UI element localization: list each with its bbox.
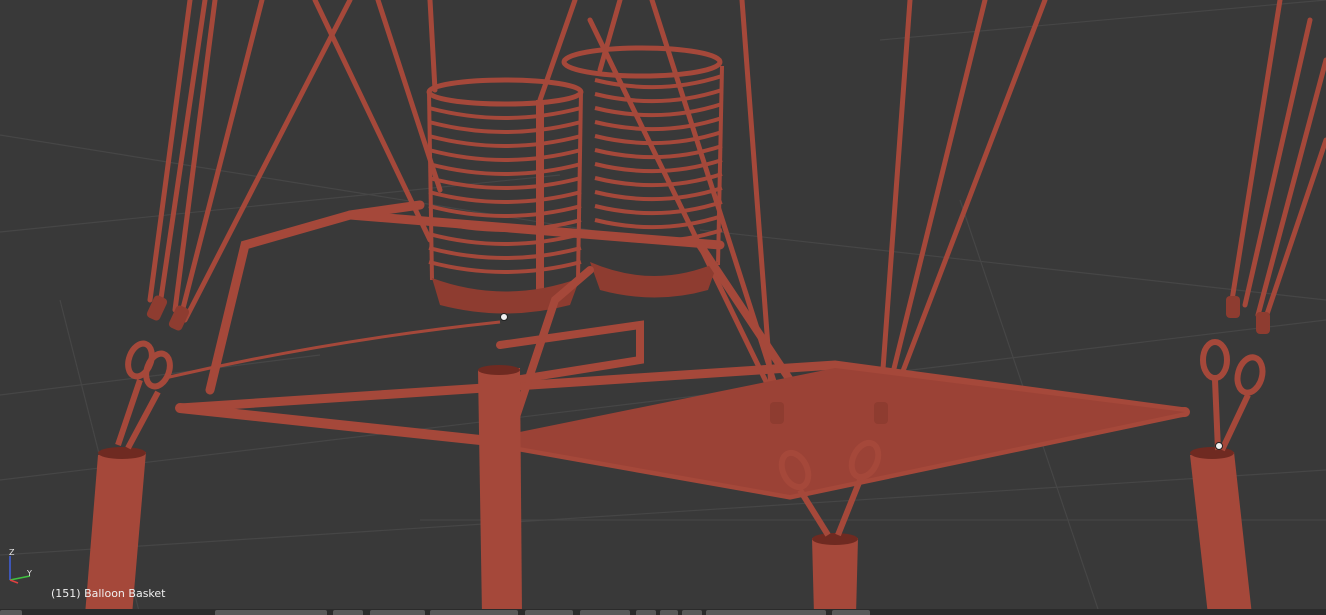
origin-point[interactable]: [500, 313, 508, 321]
header-button[interactable]: [636, 610, 656, 615]
header-button[interactable]: [333, 610, 363, 615]
burner-right: [561, 45, 724, 298]
3d-viewport[interactable]: Z Y (151) Balloon Basket: [0, 0, 1326, 615]
header-button[interactable]: [0, 610, 22, 615]
header-button[interactable]: [660, 610, 678, 615]
x-axis-icon: [9, 579, 19, 584]
header-button[interactable]: [832, 610, 870, 615]
header-button[interactable]: [525, 610, 573, 615]
burner-left: [426, 77, 584, 314]
y-axis-label: Y: [26, 569, 32, 578]
header-button[interactable]: [706, 610, 826, 615]
z-axis-label: Z: [9, 548, 15, 557]
suspension-ropes: [147, 0, 1326, 413]
axis-gizmo: Z Y: [2, 548, 38, 584]
header-button[interactable]: [215, 610, 327, 615]
basket-floor: [480, 368, 1185, 495]
active-object-label: (151) Balloon Basket: [51, 587, 166, 600]
header-button[interactable]: [370, 610, 425, 615]
floor-grid: [0, 0, 1326, 615]
header-button[interactable]: [580, 610, 630, 615]
origin-point[interactable]: [1215, 442, 1223, 450]
scene-render[interactable]: [0, 0, 1326, 615]
header-button[interactable]: [430, 610, 518, 615]
header-button[interactable]: [682, 610, 702, 615]
